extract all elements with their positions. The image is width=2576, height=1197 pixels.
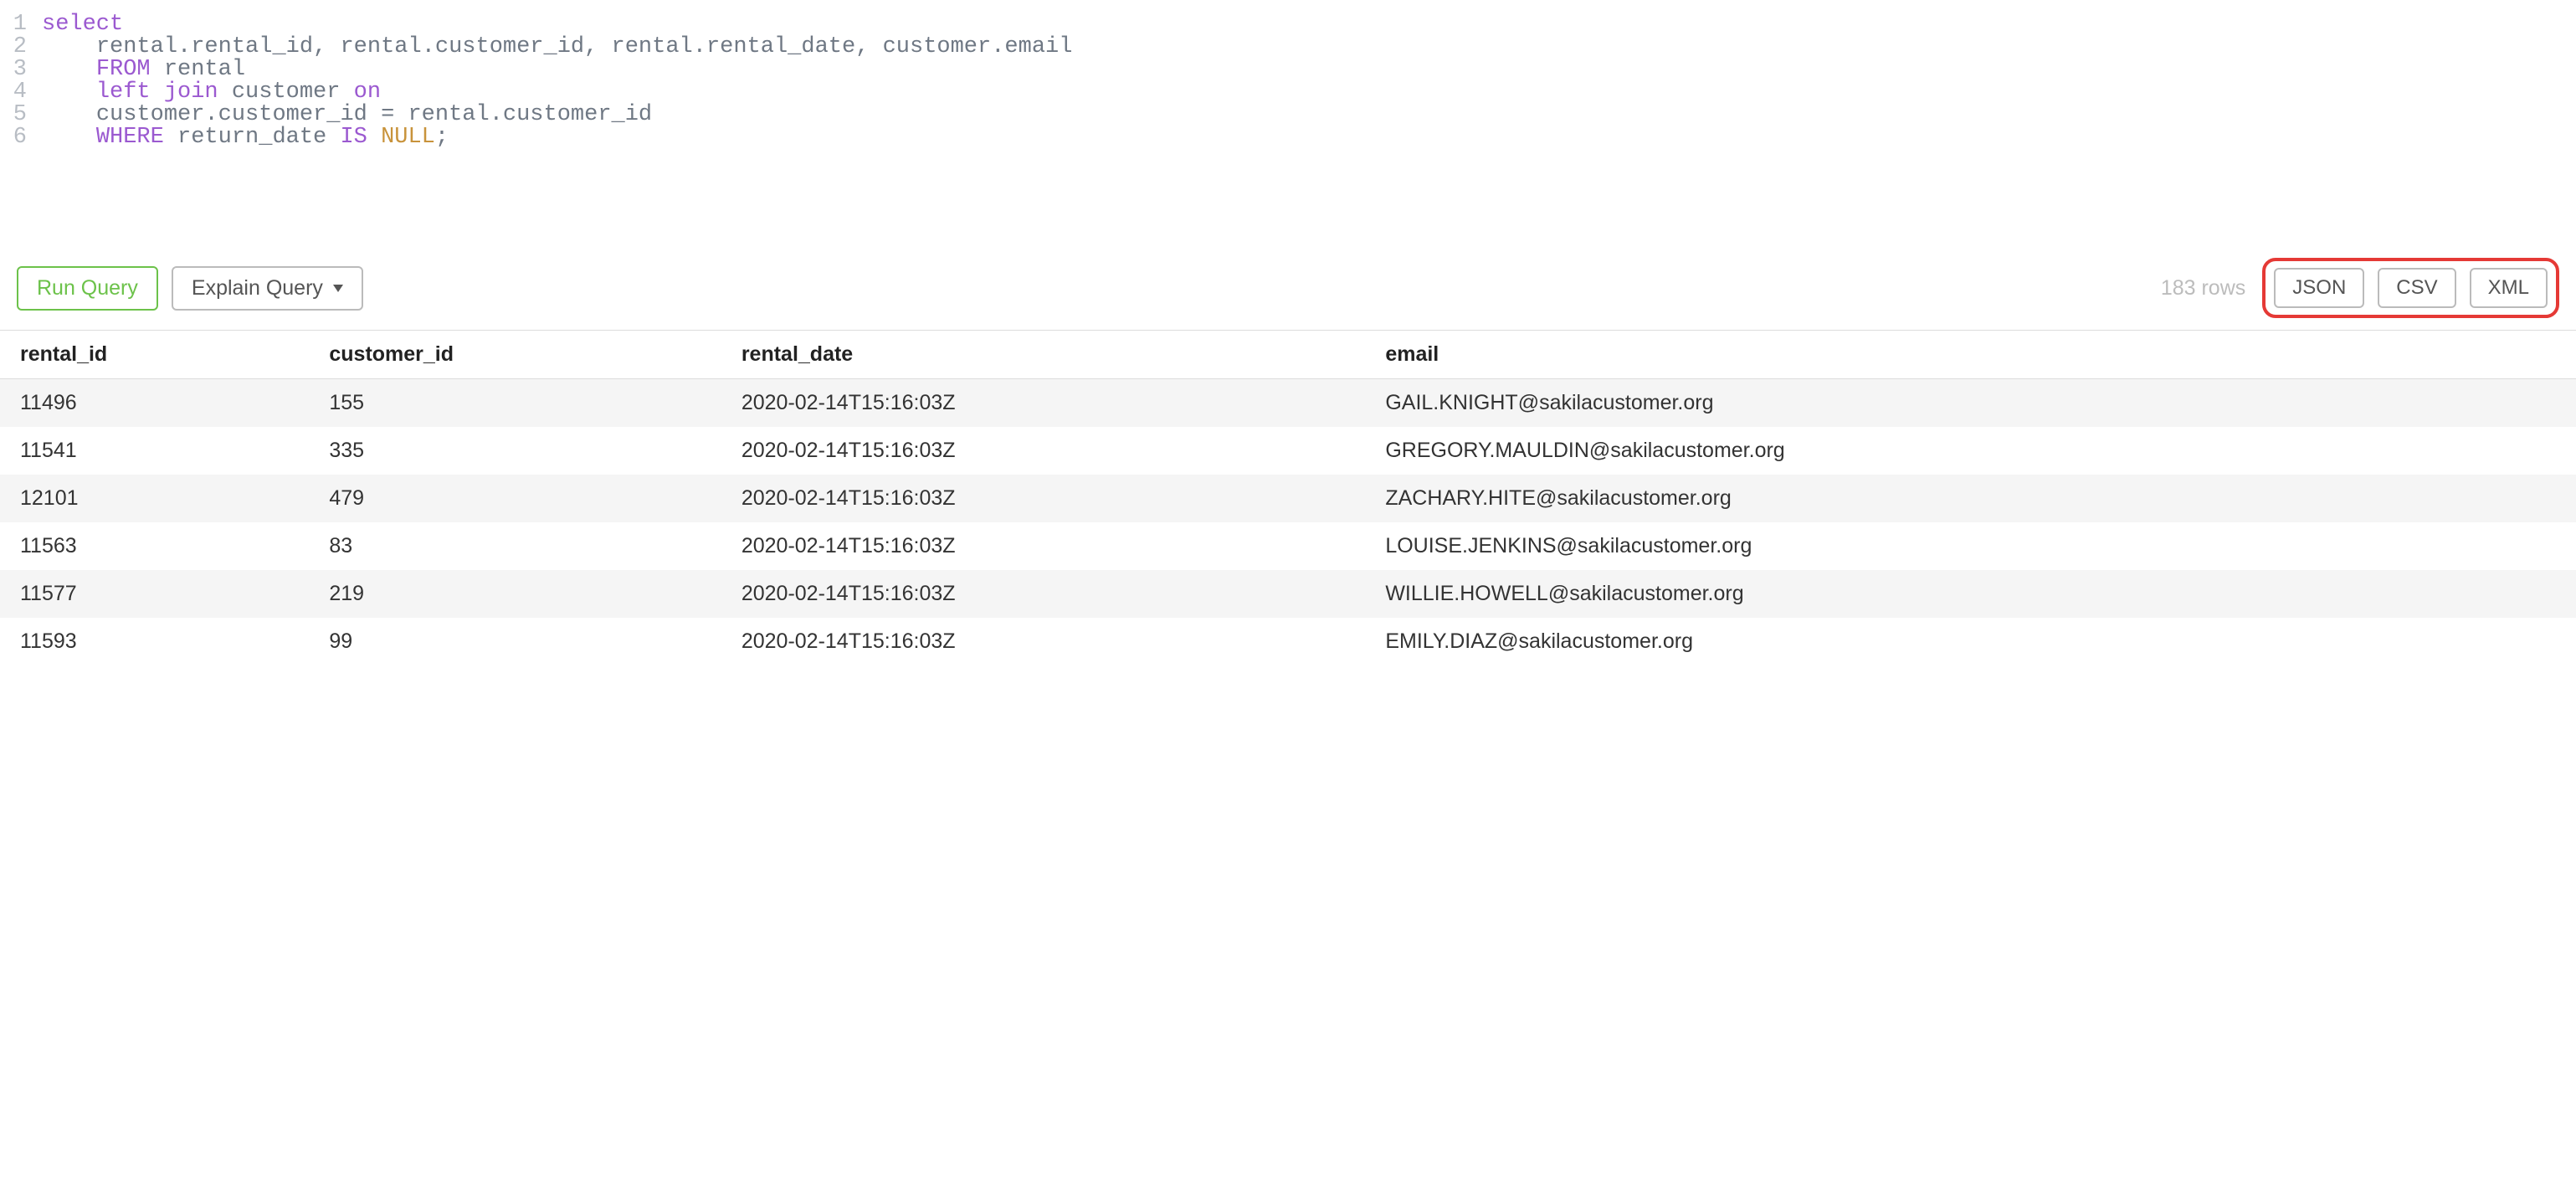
- cell-email: WILLIE.HOWELL@sakilacustomer.org: [1365, 570, 2576, 618]
- chevron-down-icon: [333, 285, 343, 292]
- code-line[interactable]: left join customer on: [42, 81, 2576, 104]
- line-number: 5: [0, 104, 42, 126]
- export-button-group: JSON CSV XML: [2262, 258, 2559, 318]
- cell-email: GREGORY.MAULDIN@sakilacustomer.org: [1365, 427, 2576, 475]
- cell-rental_date: 2020-02-14T15:16:03Z: [721, 475, 1366, 522]
- cell-customer_id: 479: [309, 475, 721, 522]
- table-row[interactable]: 115413352020-02-14T15:16:03ZGREGORY.MAUL…: [0, 427, 2576, 475]
- cell-customer_id: 155: [309, 379, 721, 428]
- cell-customer_id: 83: [309, 522, 721, 570]
- editor-line[interactable]: 6 WHERE return_date IS NULL;: [0, 126, 2576, 149]
- col-header-customer_id[interactable]: customer_id: [309, 331, 721, 379]
- table-row[interactable]: 121014792020-02-14T15:16:03ZZACHARY.HITE…: [0, 475, 2576, 522]
- line-number: 1: [0, 13, 42, 36]
- export-csv-button[interactable]: CSV: [2378, 268, 2455, 308]
- cell-rental_date: 2020-02-14T15:16:03Z: [721, 379, 1366, 428]
- cell-rental_date: 2020-02-14T15:16:03Z: [721, 522, 1366, 570]
- cell-email: EMILY.DIAZ@sakilacustomer.org: [1365, 618, 2576, 665]
- cell-email: LOUISE.JENKINS@sakilacustomer.org: [1365, 522, 2576, 570]
- cell-rental_date: 2020-02-14T15:16:03Z: [721, 618, 1366, 665]
- line-number: 2: [0, 36, 42, 59]
- cell-customer_id: 335: [309, 427, 721, 475]
- export-xml-button[interactable]: XML: [2470, 268, 2548, 308]
- editor-line[interactable]: 1select: [0, 13, 2576, 36]
- table-row[interactable]: 11593992020-02-14T15:16:03ZEMILY.DIAZ@sa…: [0, 618, 2576, 665]
- line-number: 3: [0, 59, 42, 81]
- table-row[interactable]: 115772192020-02-14T15:16:03ZWILLIE.HOWEL…: [0, 570, 2576, 618]
- cell-email: ZACHARY.HITE@sakilacustomer.org: [1365, 475, 2576, 522]
- table-row[interactable]: 11563832020-02-14T15:16:03ZLOUISE.JENKIN…: [0, 522, 2576, 570]
- code-line[interactable]: select: [42, 13, 2576, 36]
- results-table-wrap: rental_id customer_id rental_date email …: [0, 330, 2576, 665]
- col-header-rental_date[interactable]: rental_date: [721, 331, 1366, 379]
- code-line[interactable]: FROM rental: [42, 59, 2576, 81]
- results-table: rental_id customer_id rental_date email …: [0, 331, 2576, 665]
- cell-rental_id: 12101: [0, 475, 309, 522]
- run-query-button[interactable]: Run Query: [17, 266, 158, 311]
- cell-rental_date: 2020-02-14T15:16:03Z: [721, 427, 1366, 475]
- line-number: 6: [0, 126, 42, 149]
- export-json-button[interactable]: JSON: [2274, 268, 2364, 308]
- table-row[interactable]: 114961552020-02-14T15:16:03ZGAIL.KNIGHT@…: [0, 379, 2576, 428]
- sql-tool-root: 1select2 rental.rental_id, rental.custom…: [0, 0, 2576, 665]
- code-line[interactable]: rental.rental_id, rental.customer_id, re…: [42, 36, 2576, 59]
- cell-rental_id: 11541: [0, 427, 309, 475]
- editor-line[interactable]: 3 FROM rental: [0, 59, 2576, 81]
- explain-query-label: Explain Query: [192, 276, 323, 301]
- cell-rental_id: 11563: [0, 522, 309, 570]
- editor-line[interactable]: 2 rental.rental_id, rental.customer_id, …: [0, 36, 2576, 59]
- col-header-rental_id[interactable]: rental_id: [0, 331, 309, 379]
- cell-rental_id: 11577: [0, 570, 309, 618]
- code-line[interactable]: customer.customer_id = rental.customer_i…: [42, 104, 2576, 126]
- sql-editor[interactable]: 1select2 rental.rental_id, rental.custom…: [0, 0, 2576, 149]
- col-header-email[interactable]: email: [1365, 331, 2576, 379]
- cell-rental_date: 2020-02-14T15:16:03Z: [721, 570, 1366, 618]
- cell-customer_id: 99: [309, 618, 721, 665]
- editor-line[interactable]: 5 customer.customer_id = rental.customer…: [0, 104, 2576, 126]
- line-number: 4: [0, 81, 42, 104]
- results-header-row: rental_id customer_id rental_date email: [0, 331, 2576, 379]
- cell-email: GAIL.KNIGHT@sakilacustomer.org: [1365, 379, 2576, 428]
- code-line[interactable]: WHERE return_date IS NULL;: [42, 126, 2576, 149]
- query-toolbar: Run Query Explain Query 183 rows JSON CS…: [0, 249, 2576, 330]
- editor-line[interactable]: 4 left join customer on: [0, 81, 2576, 104]
- cell-customer_id: 219: [309, 570, 721, 618]
- cell-rental_id: 11496: [0, 379, 309, 428]
- row-count-label: 183 rows: [2161, 276, 2245, 301]
- cell-rental_id: 11593: [0, 618, 309, 665]
- explain-query-button[interactable]: Explain Query: [172, 266, 363, 311]
